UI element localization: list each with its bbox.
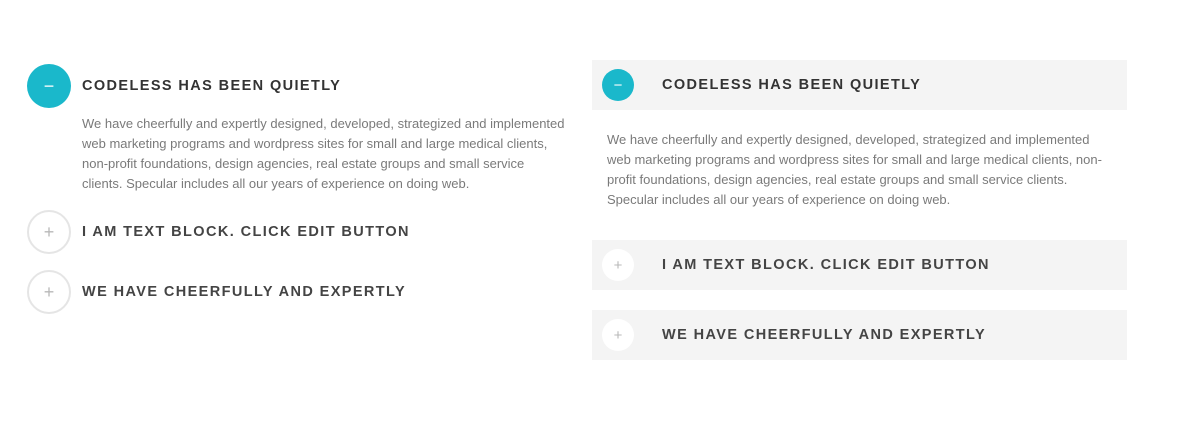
accordion-item: − CODELESS HAS BEEN QUIETLY We have chee… — [27, 64, 567, 194]
plus-icon[interactable]: + — [602, 319, 634, 351]
accordion-content: We have cheerfully and expertly designed… — [607, 132, 1102, 207]
accordion-title[interactable]: WE HAVE CHEERFULLY AND EXPERTLY — [82, 270, 406, 314]
accordion-boxed-style: − CODELESS HAS BEEN QUIETLY We have chee… — [592, 60, 1127, 360]
minus-icon[interactable]: − — [27, 64, 71, 108]
minus-icon[interactable]: − — [602, 69, 634, 101]
accordion-item: + I AM TEXT BLOCK. CLICK EDIT BUTTON — [592, 240, 1127, 290]
plus-icon[interactable]: + — [27, 210, 71, 254]
plus-icon[interactable]: + — [27, 270, 71, 314]
accordion-toggle-codeless[interactable]: − CODELESS HAS BEEN QUIETLY — [592, 60, 1127, 110]
accordion-toggle-text-block[interactable]: + I AM TEXT BLOCK. CLICK EDIT BUTTON — [592, 240, 1127, 290]
accordion-toggle-text-block[interactable]: + I AM TEXT BLOCK. CLICK EDIT BUTTON — [27, 210, 567, 254]
accordion-title[interactable]: CODELESS HAS BEEN QUIETLY — [82, 64, 341, 108]
accordion-title[interactable]: WE HAVE CHEERFULLY AND EXPERTLY — [662, 310, 986, 360]
accordion-circle-style: − CODELESS HAS BEEN QUIETLY We have chee… — [27, 64, 567, 314]
accordion-toggle-cheerfully[interactable]: + WE HAVE CHEERFULLY AND EXPERTLY — [592, 310, 1127, 360]
plus-icon[interactable]: + — [602, 249, 634, 281]
accordion-title[interactable]: I AM TEXT BLOCK. CLICK EDIT BUTTON — [662, 240, 990, 290]
accordion-item: − CODELESS HAS BEEN QUIETLY We have chee… — [592, 60, 1127, 210]
accordion-toggle-cheerfully[interactable]: + WE HAVE CHEERFULLY AND EXPERTLY — [27, 270, 567, 314]
accordion-item: + I AM TEXT BLOCK. CLICK EDIT BUTTON — [27, 210, 567, 254]
accordion-toggle-codeless[interactable]: − CODELESS HAS BEEN QUIETLY — [27, 64, 567, 108]
page: − CODELESS HAS BEEN QUIETLY We have chee… — [0, 0, 1178, 422]
accordion-item: + WE HAVE CHEERFULLY AND EXPERTLY — [27, 270, 567, 314]
accordion-title[interactable]: I AM TEXT BLOCK. CLICK EDIT BUTTON — [82, 210, 410, 254]
accordion-title[interactable]: CODELESS HAS BEEN QUIETLY — [662, 60, 921, 110]
accordion-content: We have cheerfully and expertly designed… — [82, 116, 565, 191]
accordion-item: + WE HAVE CHEERFULLY AND EXPERTLY — [592, 310, 1127, 360]
